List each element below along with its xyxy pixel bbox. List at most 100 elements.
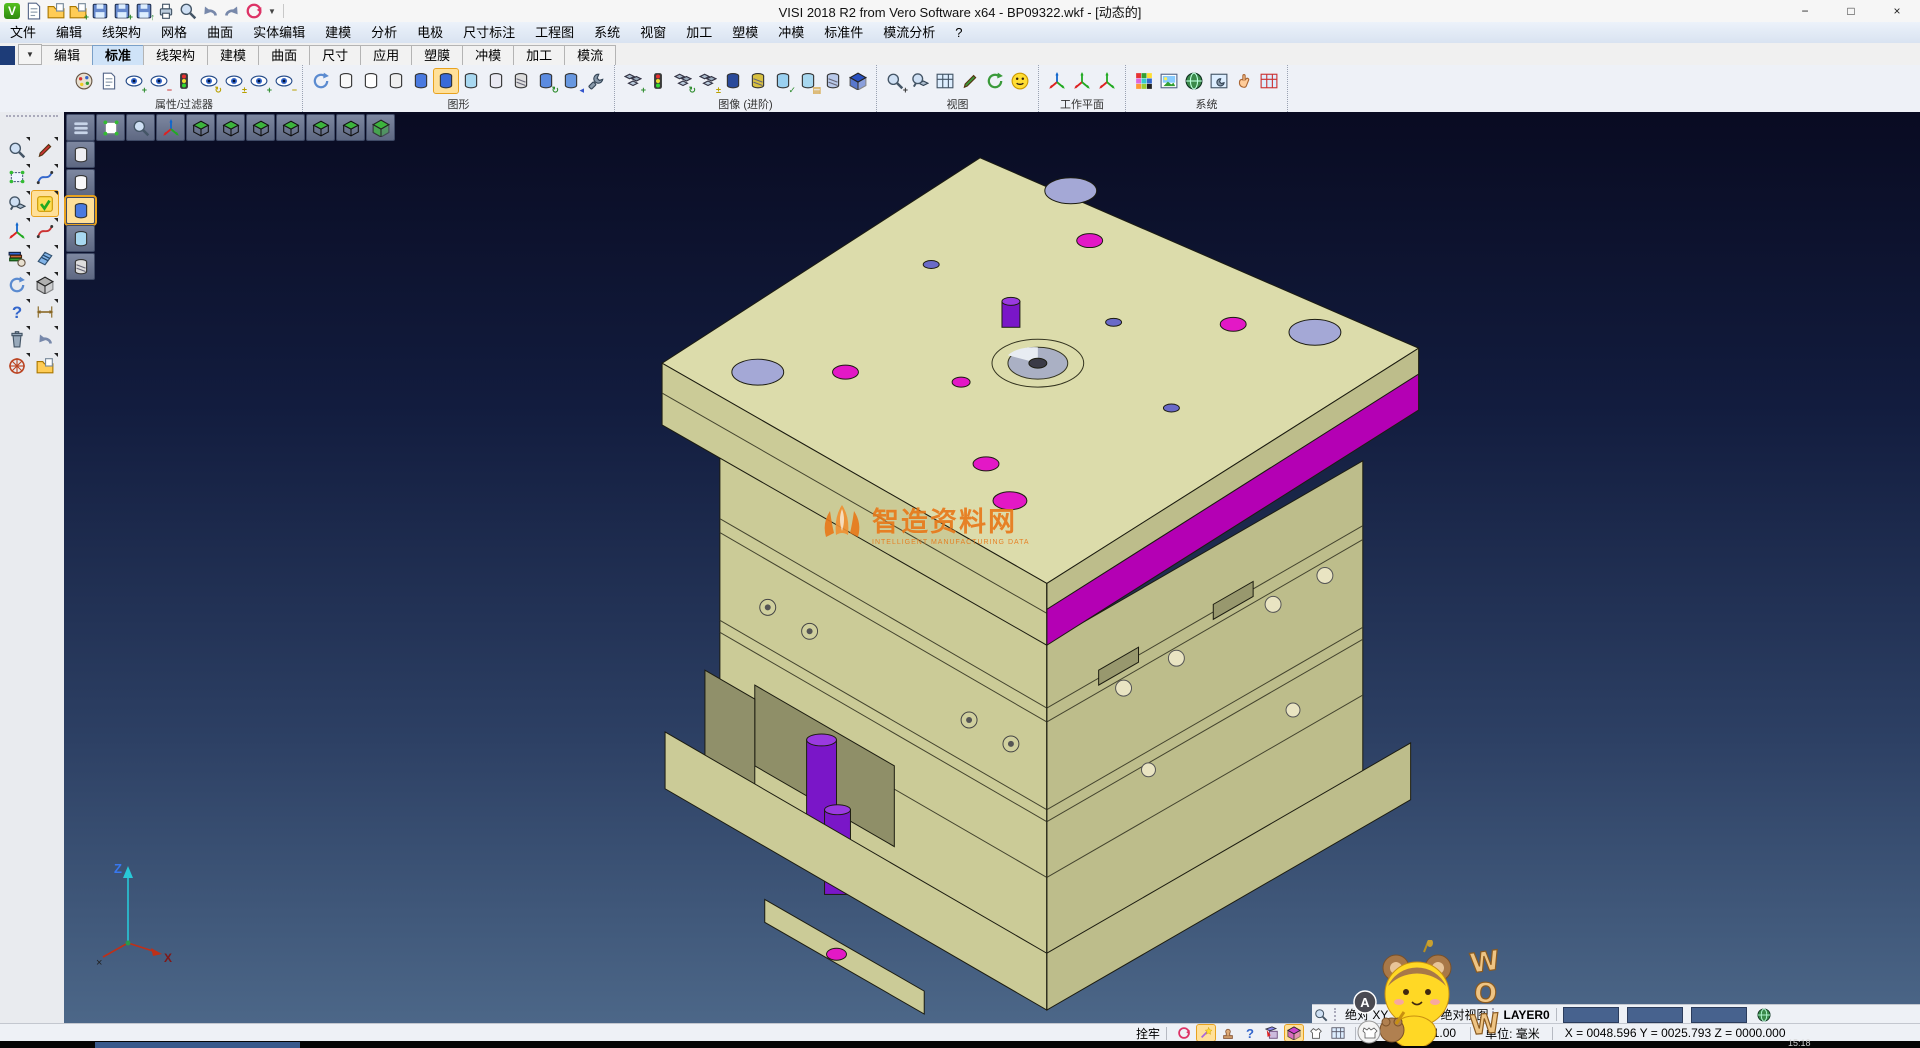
selection-settings-icon[interactable] <box>1232 69 1256 93</box>
save-icon[interactable] <box>90 2 110 20</box>
render-wireframe-icon[interactable] <box>66 141 95 168</box>
tab-编辑[interactable]: 编辑 <box>41 45 93 65</box>
solid-cube-icon[interactable] <box>32 272 58 297</box>
tab-dropdown-button[interactable]: ▼ <box>18 44 42 65</box>
remove-visible-icon[interactable]: − <box>272 69 296 93</box>
tab-塑膜[interactable]: 塑膜 <box>411 45 463 65</box>
maximize-button[interactable]: □ <box>1828 0 1874 22</box>
export-folder-icon[interactable] <box>32 353 58 378</box>
menu-item-16[interactable]: 标准件 <box>814 22 873 43</box>
plane-icon[interactable] <box>32 245 58 270</box>
sketch-edit-icon[interactable] <box>32 137 58 162</box>
wireframe-view-icon[interactable] <box>334 69 358 93</box>
flat-shaded-view-icon[interactable] <box>484 69 508 93</box>
image-settings-icon[interactable] <box>1157 69 1181 93</box>
add-visible-icon[interactable]: + <box>247 69 271 93</box>
tab-尺寸[interactable]: 尺寸 <box>309 45 361 65</box>
invert-visibility-icon[interactable]: ± <box>222 69 246 93</box>
spline-icon[interactable] <box>32 218 58 243</box>
status-shirt-icon[interactable] <box>1307 1025 1325 1041</box>
qat-dropdown-icon[interactable]: ▼ <box>264 7 280 16</box>
tab-建模[interactable]: 建模 <box>207 45 259 65</box>
solid-dark-icon[interactable] <box>721 69 745 93</box>
ghost-solid-icon[interactable] <box>821 69 845 93</box>
status-window-icon[interactable] <box>1329 1025 1347 1041</box>
insert-file-icon[interactable]: + <box>68 2 88 20</box>
color-table-icon[interactable] <box>1132 69 1156 93</box>
menu-item-14[interactable]: 塑模 <box>722 22 768 43</box>
render-hatch-icon[interactable] <box>66 253 95 280</box>
tab-曲面[interactable]: 曲面 <box>258 45 310 65</box>
search-icon[interactable] <box>4 137 30 162</box>
close-button[interactable]: × <box>1874 0 1920 22</box>
menu-item-8[interactable]: 电极 <box>407 22 453 43</box>
print-icon[interactable] <box>156 2 176 20</box>
solids-lights-icon[interactable] <box>646 69 670 93</box>
menu-item-18[interactable]: ? <box>945 22 972 43</box>
viewbar-menu-icon[interactable] <box>66 114 95 141</box>
regen-icon[interactable] <box>4 272 30 297</box>
dimension-icon[interactable] <box>32 299 58 324</box>
view-front-icon[interactable] <box>246 114 275 141</box>
attributes-palette-icon[interactable] <box>72 69 96 93</box>
zoom-in-icon[interactable]: + <box>883 69 907 93</box>
undo-icon[interactable] <box>32 326 58 351</box>
view-right-icon[interactable] <box>336 114 365 141</box>
workplane-icon[interactable] <box>1045 69 1069 93</box>
status-search-icon[interactable] <box>1312 1007 1330 1023</box>
view-iso-icon[interactable] <box>366 114 395 141</box>
menu-item-17[interactable]: 模流分析 <box>873 22 945 43</box>
workplane-entity-icon[interactable] <box>1070 69 1094 93</box>
page-properties-icon[interactable] <box>97 69 121 93</box>
view-mode-label[interactable]: 绝对视图 <box>1440 1006 1488 1023</box>
help-icon[interactable]: ? <box>4 299 30 324</box>
menu-item-15[interactable]: 冲模 <box>768 22 814 43</box>
measure-view-icon[interactable] <box>958 69 982 93</box>
menu-item-12[interactable]: 视窗 <box>630 22 676 43</box>
tab-应用[interactable]: 应用 <box>360 45 412 65</box>
view-top-icon[interactable] <box>186 114 215 141</box>
layer-label[interactable]: LAYER0 <box>1503 1008 1549 1022</box>
view-bottom-icon[interactable] <box>216 114 245 141</box>
compass-cube-icon[interactable] <box>846 69 870 93</box>
zoom-dynamic-icon[interactable] <box>126 114 155 141</box>
show-entities-icon[interactable]: + <box>122 69 146 93</box>
window-settings-icon[interactable] <box>1207 69 1231 93</box>
tab-加工[interactable]: 加工 <box>513 45 565 65</box>
delete-icon[interactable] <box>4 326 30 351</box>
transparent-view-icon[interactable] <box>459 69 483 93</box>
status-wand-icon[interactable] <box>1197 1025 1215 1041</box>
tab-冲模[interactable]: 冲模 <box>462 45 514 65</box>
view-left-icon[interactable] <box>306 114 335 141</box>
render-transparent-icon[interactable] <box>66 225 95 252</box>
zoom-element-icon[interactable] <box>4 191 30 216</box>
selection-box-icon[interactable] <box>4 164 30 189</box>
3d-viewport[interactable]: 智造资料网 INTELLIGENT MANUFACTURING DATA Z ×… <box>64 112 1920 1023</box>
curve-edit-icon[interactable] <box>32 164 58 189</box>
confirm-icon[interactable] <box>32 191 58 216</box>
menu-item-10[interactable]: 工程图 <box>525 22 584 43</box>
status-help-icon[interactable]: ? <box>1241 1025 1259 1041</box>
section-render-icon[interactable]: ◂ <box>559 69 583 93</box>
shading-smiley-icon[interactable] <box>1008 69 1032 93</box>
history-icon[interactable] <box>244 2 264 20</box>
view-manager-icon[interactable] <box>933 69 957 93</box>
menu-item-6[interactable]: 建模 <box>315 22 361 43</box>
absolute-view-label[interactable]: 绝对 XY 上视图 <box>1345 1006 1427 1023</box>
filter-lights-icon[interactable] <box>172 69 196 93</box>
zoom-solid-icon[interactable] <box>908 69 932 93</box>
scale-label[interactable]: LS: 1.00 PS: 1.00 <box>1362 1026 1456 1040</box>
menu-item-1[interactable]: 编辑 <box>46 22 92 43</box>
render-shaded-icon[interactable] <box>66 197 95 224</box>
regen-view-icon[interactable] <box>309 69 333 93</box>
units-label[interactable]: 单位: 毫米 <box>1485 1025 1540 1042</box>
menu-item-13[interactable]: 加工 <box>676 22 722 43</box>
solid-info-icon[interactable]: ▤ <box>796 69 820 93</box>
redo-icon[interactable] <box>222 2 242 20</box>
menu-item-5[interactable]: 实体编辑 <box>243 22 315 43</box>
color-swatch-3[interactable] <box>1691 1007 1747 1023</box>
undo-icon[interactable] <box>200 2 220 20</box>
menu-item-4[interactable]: 曲面 <box>197 22 243 43</box>
hidden-line-view-icon[interactable] <box>359 69 383 93</box>
hide-entities-icon[interactable]: − <box>147 69 171 93</box>
